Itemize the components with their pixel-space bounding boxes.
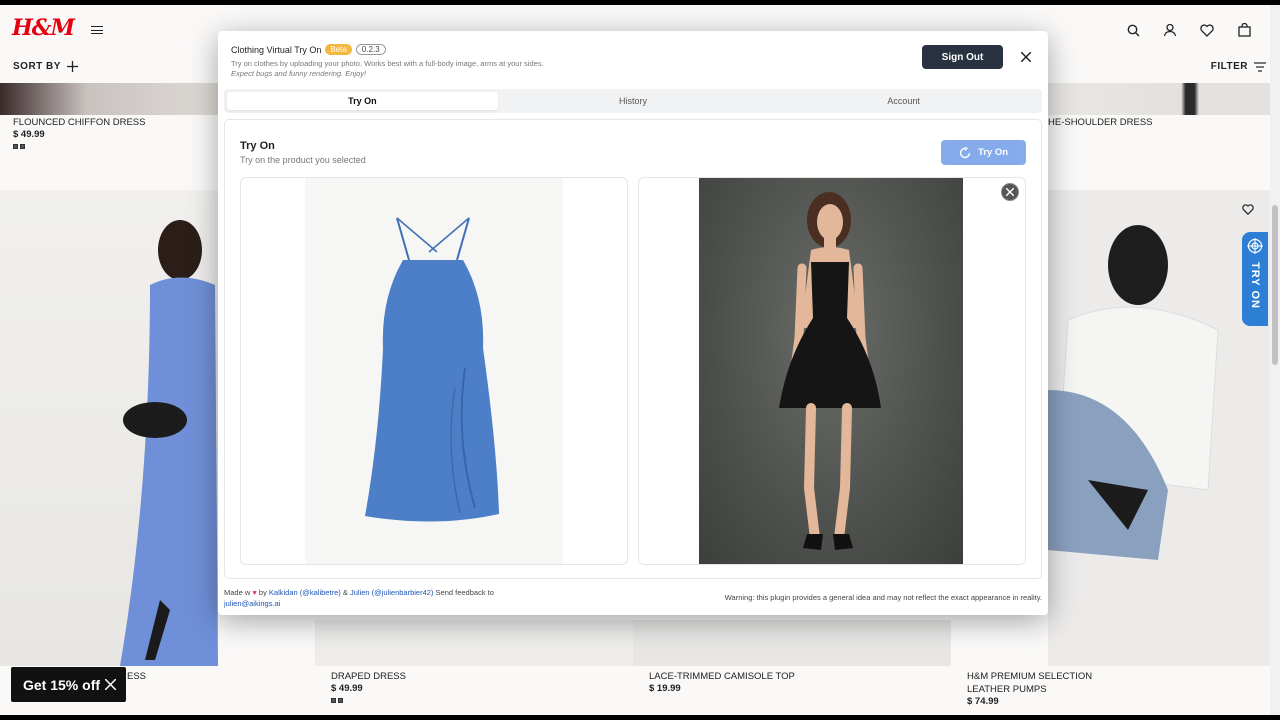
filter-icon: [1254, 61, 1266, 72]
color-swatches: [331, 698, 406, 703]
modal-header: Clothing Virtual Try On Beta 0.2.3 Try o…: [231, 44, 731, 78]
try-on-button-label: Try On: [977, 147, 1009, 158]
try-on-tab-label: TRY ON: [1249, 262, 1261, 309]
product-name: FLOUNCED CHIFFON DRESS: [13, 117, 146, 128]
product-card[interactable]: LACE-TRIMMED CAMISOLE TOP $ 19.99: [649, 671, 795, 695]
close-icon[interactable]: [1019, 50, 1033, 64]
product-card[interactable]: H&M PREMIUM SELECTION LEATHER PUMPS $ 74…: [967, 671, 1092, 708]
target-icon: [1247, 238, 1263, 254]
product-card[interactable]: HE-SHOULDER DRESS: [1048, 117, 1153, 129]
color-swatch[interactable]: [338, 698, 343, 703]
product-card[interactable]: FLOUNCED CHIFFON DRESS $ 49.99: [13, 117, 145, 149]
color-swatch[interactable]: [331, 698, 336, 703]
product-price: $ 49.99: [13, 129, 45, 140]
modal-description: Try on clothes by uploading your photo. …: [231, 59, 544, 68]
product-name: HE-SHOULDER DRESS: [1048, 117, 1153, 128]
version-badge: 0.2.3: [355, 44, 386, 55]
try-on-side-tab[interactable]: TRY ON: [1242, 232, 1268, 326]
user-photo: [699, 178, 963, 564]
loading-spinner-icon: [959, 146, 971, 158]
page-scrollbar[interactable]: [1270, 5, 1280, 715]
product-card[interactable]: ESS: [127, 671, 146, 683]
product-image-box: [240, 177, 628, 565]
panel-subtitle: Try on the product you selected: [240, 155, 366, 165]
close-icon[interactable]: [105, 679, 116, 690]
feedback-email-link[interactable]: julien@aikings.ai: [224, 599, 280, 608]
remove-photo-icon[interactable]: [1001, 183, 1019, 201]
account-icon[interactable]: [1162, 22, 1178, 38]
promo-label: Get 15% off: [23, 676, 101, 693]
product-image: [315, 620, 633, 666]
product-name: DRAPED DRESS: [331, 671, 406, 682]
product-price: $ 19.99: [649, 683, 681, 694]
feedback-text: Send feedback to: [435, 588, 494, 597]
heart-icon: ♥: [252, 588, 257, 597]
try-on-panel: Try On Try on the product you selected T…: [224, 119, 1042, 579]
tab-account[interactable]: Account: [768, 92, 1039, 110]
product-name: LACE-TRIMMED CAMISOLE TOP: [649, 671, 795, 682]
product-image[interactable]: [0, 190, 218, 666]
color-swatch[interactable]: [13, 144, 18, 149]
modal-title-row: Clothing Virtual Try On Beta 0.2.3: [231, 44, 731, 55]
modal-tabs: Try On History Account: [224, 89, 1042, 113]
user-photo-box: [638, 177, 1026, 565]
beta-badge: Beta: [325, 44, 352, 55]
made-with-text: Made w: [224, 588, 251, 597]
try-on-button[interactable]: Try On: [941, 140, 1026, 165]
model-blue-dress-illustration: [120, 220, 218, 666]
cart-icon[interactable]: [1236, 22, 1252, 38]
product-image: [633, 620, 951, 666]
product-card[interactable]: DRAPED DRESS $ 49.99: [331, 671, 406, 703]
tab-history[interactable]: History: [498, 92, 769, 110]
author-julien-link[interactable]: Julien (@julienbarbier42): [350, 588, 434, 597]
product-brand: H&M PREMIUM SELECTION: [967, 671, 1093, 682]
hm-logo[interactable]: H&M: [12, 15, 75, 41]
plus-icon: [66, 61, 78, 72]
favorites-icon[interactable]: [1199, 22, 1215, 38]
sort-by-label: SORT BY: [13, 61, 61, 72]
product-image[interactable]: [0, 83, 218, 115]
product-image[interactable]: [1048, 190, 1270, 666]
tab-try-on[interactable]: Try On: [227, 92, 498, 110]
modal-title: Clothing Virtual Try On: [231, 44, 322, 55]
warning-text: Warning: this plugin provides a general …: [724, 593, 1042, 602]
product-name: ESS: [127, 671, 147, 682]
model-black-dress-illustration: [779, 192, 881, 550]
product-name: LEATHER PUMPS: [967, 684, 1047, 695]
panel-title: Try On: [240, 140, 275, 152]
favorite-heart-icon[interactable]: [1242, 202, 1256, 215]
header-icons: [1125, 22, 1252, 38]
color-swatch[interactable]: [20, 144, 25, 149]
ampersand-text: &: [342, 588, 348, 597]
product-image[interactable]: [1048, 83, 1270, 115]
search-icon[interactable]: [1125, 22, 1141, 38]
author-kalkidan-link[interactable]: Kalkidan (@kalibetre): [269, 588, 341, 597]
sign-out-button[interactable]: Sign Out: [922, 45, 1003, 69]
color-swatches: [13, 144, 145, 149]
by-text: by: [258, 588, 267, 597]
promo-banner[interactable]: Get 15% off: [11, 667, 126, 702]
filter-label: FILTER: [1210, 61, 1248, 72]
product-price: $ 49.99: [331, 683, 363, 694]
model-white-shirt-illustration: [1048, 225, 1219, 560]
try-on-modal: Clothing Virtual Try On Beta 0.2.3 Try o…: [218, 31, 1048, 615]
blue-dress-illustration: [365, 217, 499, 522]
product-price: $ 74.99: [967, 696, 999, 707]
modal-disclaimer: Expect bugs and funny rendering. Enjoy!: [231, 69, 367, 78]
product-photo: [305, 178, 563, 564]
menu-icon[interactable]: [91, 26, 103, 34]
filter-button[interactable]: FILTER: [1211, 61, 1266, 72]
scrollbar-thumb[interactable]: [1272, 205, 1278, 365]
modal-footer-credits: Made w ♥ by Kalkidan (@kalibetre) & Juli…: [224, 587, 544, 609]
sort-by-button[interactable]: SORT BY: [13, 61, 78, 72]
